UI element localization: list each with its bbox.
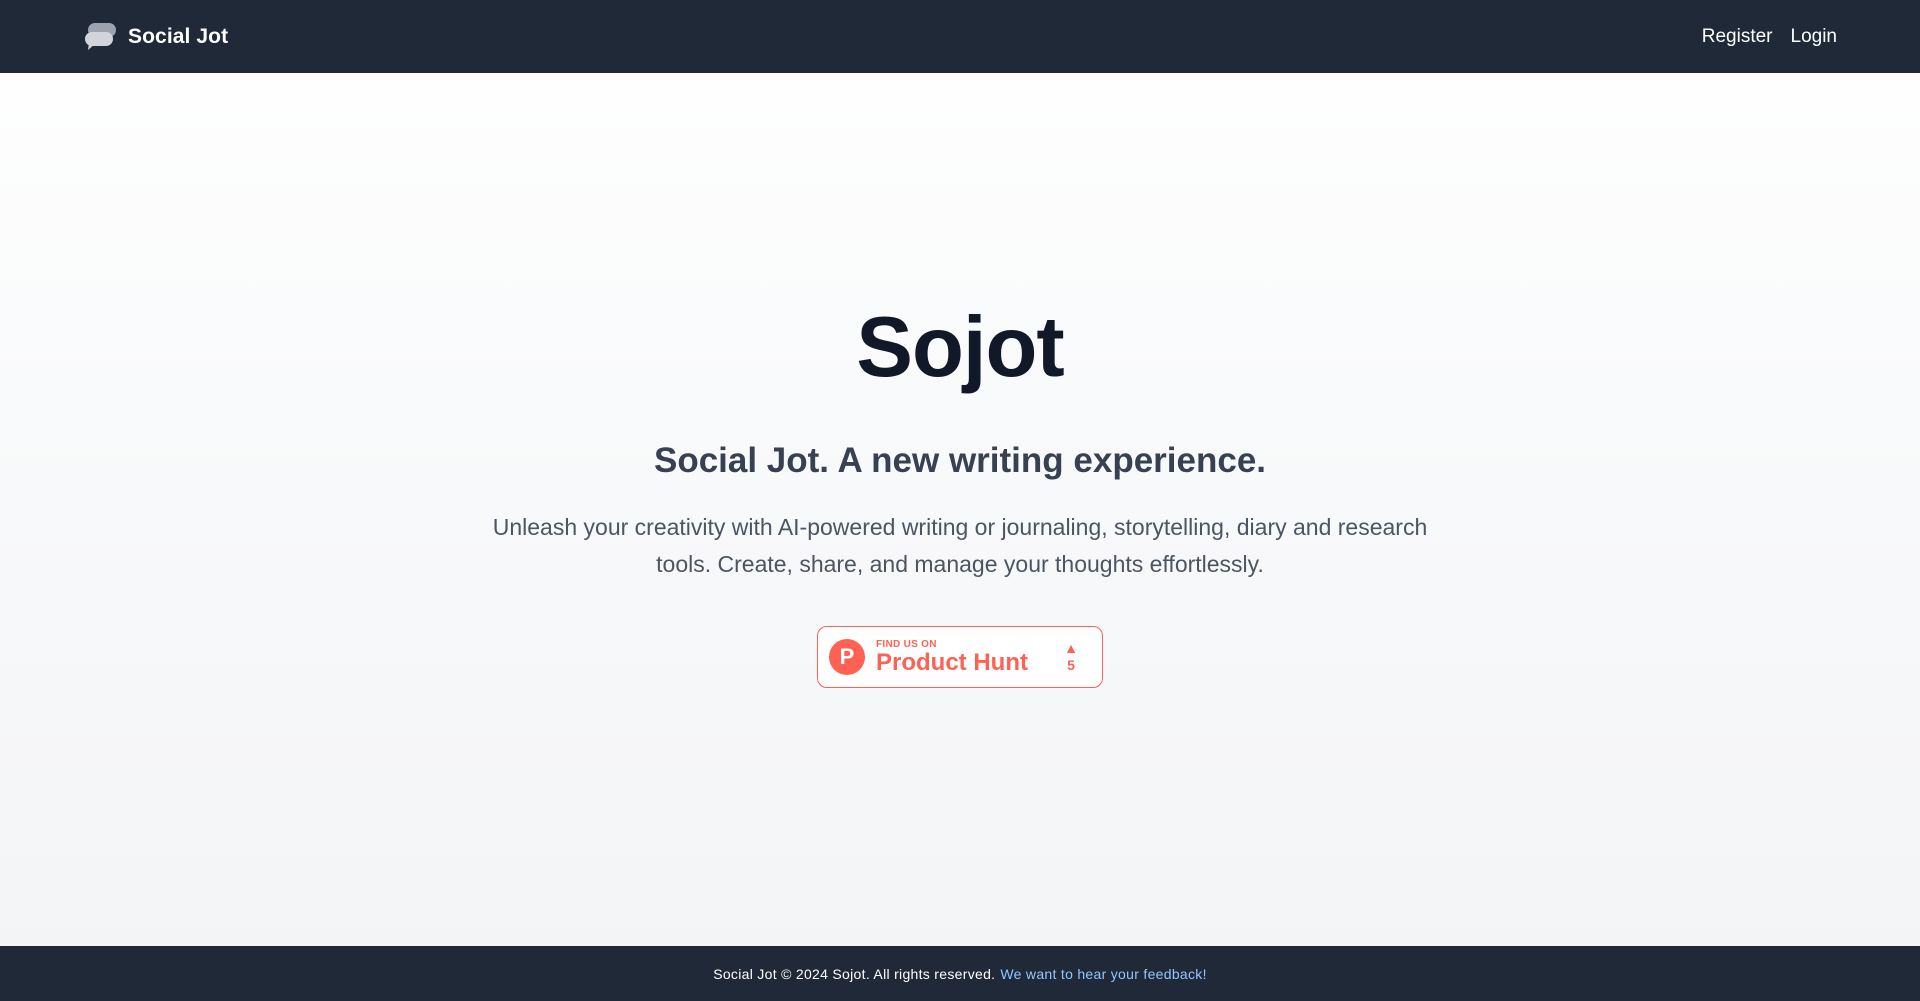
footer: Social Jot © 2024 Sojot. All rights rese… bbox=[0, 946, 1920, 1001]
product-hunt-small-text: FIND US ON bbox=[876, 638, 937, 650]
hero-section: Sojot Social Jot. A new writing experien… bbox=[0, 73, 1920, 946]
feedback-link[interactable]: We want to hear your feedback! bbox=[1000, 966, 1206, 982]
product-hunt-logo-icon: P bbox=[829, 639, 865, 675]
hero-subtitle: Social Jot. A new writing experience. bbox=[653, 441, 1267, 480]
upvote-triangle-icon: ▲ bbox=[1064, 640, 1078, 656]
product-hunt-votes: ▲ 5 bbox=[1064, 640, 1078, 674]
brand-link[interactable]: Social Jot bbox=[85, 22, 229, 51]
register-link[interactable]: Register bbox=[1702, 26, 1773, 48]
login-link[interactable]: Login bbox=[1791, 26, 1838, 48]
vote-count: 5 bbox=[1067, 657, 1075, 673]
product-hunt-title: Product Hunt bbox=[876, 648, 1028, 676]
brand-name: Social Jot bbox=[128, 24, 229, 48]
nav-links: Register Login bbox=[1702, 26, 1837, 48]
chat-bubbles-icon bbox=[85, 22, 117, 51]
hero-description: Unleash your creativity with AI-powered … bbox=[492, 514, 1428, 577]
top-navbar: Social Jot Register Login bbox=[0, 0, 1920, 73]
product-hunt-text: FIND US ON Product Hunt bbox=[876, 639, 1028, 676]
product-hunt-badge[interactable]: P FIND US ON Product Hunt ▲ 5 bbox=[817, 626, 1103, 688]
footer-copyright: Social Jot © 2024 Sojot. All rights rese… bbox=[713, 965, 996, 982]
hero-title: Sojot bbox=[856, 300, 1064, 395]
